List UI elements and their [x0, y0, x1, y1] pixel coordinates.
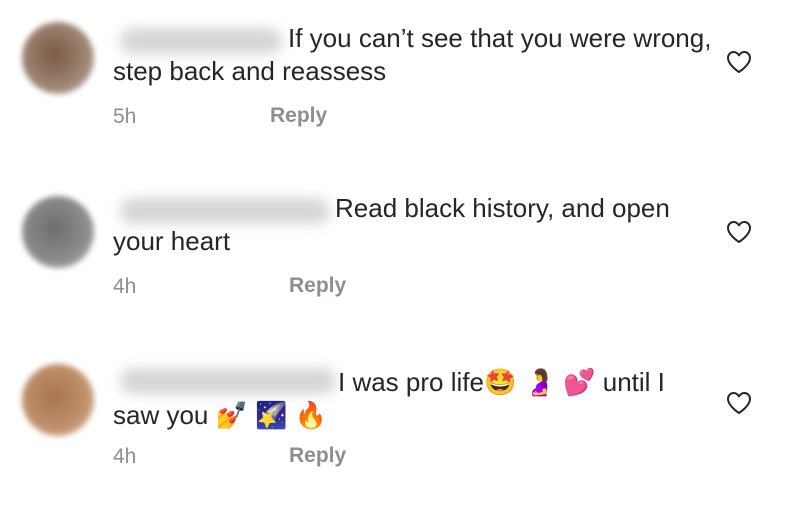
avatar[interactable]: [22, 22, 94, 94]
avatar[interactable]: [22, 196, 94, 268]
like-button[interactable]: [726, 391, 752, 415]
avatar[interactable]: [22, 364, 94, 436]
heart-outline-icon: [727, 221, 751, 243]
comment-timestamp: 5h: [113, 105, 137, 128]
reply-button[interactable]: Reply: [289, 444, 346, 468]
comment-item: Read black history, and open your heart …: [0, 170, 800, 340]
comment-timestamp: 4h: [113, 275, 137, 298]
heart-outline-icon: [727, 51, 751, 73]
comment-text: I was pro life🤩 🤰 💕 until I saw you 💅 🌠 …: [113, 367, 665, 430]
heart-outline-icon: [727, 392, 751, 414]
reply-button[interactable]: Reply: [270, 104, 327, 128]
comment-text: If you can’t see that you were wrong, st…: [113, 23, 712, 86]
comment-item: I was pro life🤩 🤰 💕 until I saw you 💅 🌠 …: [0, 340, 800, 510]
reply-button[interactable]: Reply: [289, 274, 346, 298]
comment-text: Read black history, and open your heart: [113, 193, 670, 256]
like-button[interactable]: [726, 50, 752, 74]
comment-item: If you can’t see that you were wrong, st…: [0, 0, 800, 170]
like-button[interactable]: [726, 220, 752, 244]
comment-timestamp: 4h: [113, 445, 137, 468]
